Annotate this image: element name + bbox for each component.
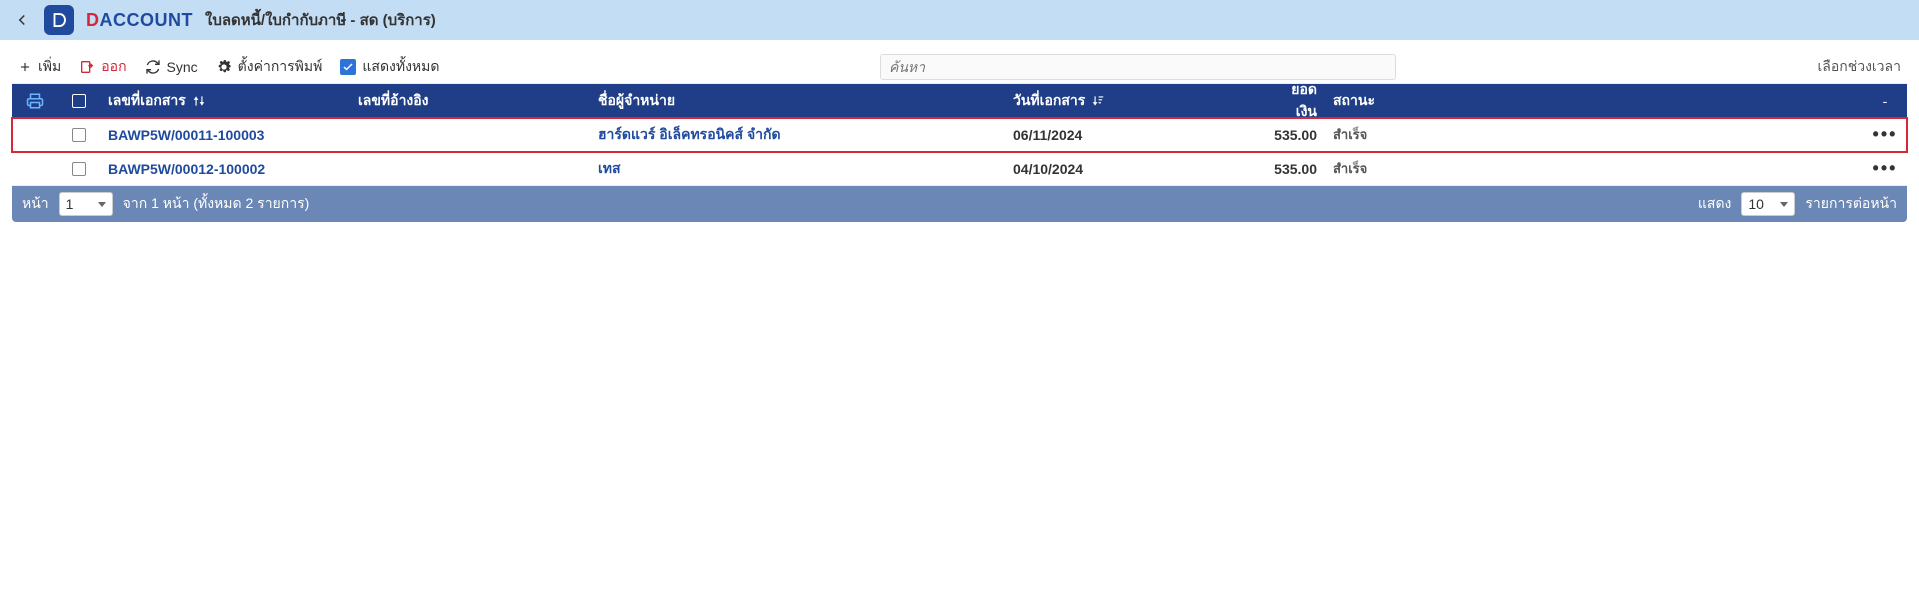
row-checkbox[interactable]	[72, 128, 86, 142]
caret-down-icon	[1780, 202, 1788, 207]
status-cell: สำเร็จ	[1325, 158, 1385, 179]
column-status[interactable]: สถานะ	[1325, 90, 1385, 112]
app-logo-text: DACCOUNT	[86, 10, 193, 31]
docno-link[interactable]: BAWP5W/00012-100002	[100, 161, 350, 177]
pagination-bar: หน้า 1 จาก 1 หน้า (ทั้งหมด 2 รายการ) แสด…	[12, 186, 1907, 222]
docno-link[interactable]: BAWP5W/00011-100003	[100, 127, 350, 143]
toolbar: เพิ่ม ออก Sync ตั้งค่าการพิมพ์ แสดงทั้งห…	[12, 50, 1907, 84]
row-checkbox[interactable]	[72, 162, 86, 176]
back-button[interactable]	[12, 10, 32, 30]
status-cell: สำเร็จ	[1325, 124, 1385, 145]
page-select[interactable]: 1	[59, 192, 113, 216]
column-ref[interactable]: เลขที่อ้างอิง	[350, 90, 590, 112]
print-settings-label: ตั้งค่าการพิมพ์	[238, 56, 323, 78]
add-button[interactable]: เพิ่ม	[18, 56, 61, 78]
page-value: 1	[66, 196, 74, 212]
page-title: ใบลดหนี้/ใบกำกับภาษี - สด (บริการ)	[205, 8, 436, 32]
sort-desc-icon	[1091, 94, 1105, 108]
vendor-link[interactable]: เทส	[590, 158, 1005, 180]
table-row[interactable]: BAWP5W/00011-100003 ฮาร์ดแวร์ อิเล็คทรอนิ…	[12, 118, 1907, 152]
printer-icon	[26, 92, 44, 110]
export-button[interactable]: ออก	[79, 56, 126, 78]
column-docno[interactable]: เลขที่เอกสาร	[100, 90, 350, 112]
sync-button[interactable]: Sync	[145, 59, 198, 75]
logo-icon	[50, 11, 68, 29]
table-header: เลขที่เอกสาร เลขที่อ้างอิง ชื่อผู้จำหน่า…	[12, 84, 1907, 118]
date-cell: 04/10/2024	[1005, 161, 1275, 177]
app-header: DACCOUNT ใบลดหนี้/ใบกำกับภาษี - สด (บริก…	[0, 0, 1919, 40]
arrow-left-icon	[13, 11, 31, 29]
date-cell: 06/11/2024	[1005, 127, 1275, 143]
checkbox-checked-icon	[340, 59, 356, 75]
amount-cell: 535.00	[1275, 161, 1325, 177]
search-wrap	[880, 54, 1396, 80]
column-amount[interactable]: ยอดเงิน	[1275, 79, 1325, 123]
plus-icon	[18, 60, 32, 74]
print-settings-button[interactable]: ตั้งค่าการพิมพ์	[216, 56, 323, 78]
show-label: แสดง	[1698, 193, 1732, 215]
date-range-button[interactable]: เลือกช่วงเวลา	[1817, 56, 1901, 78]
select-all-checkbox[interactable]	[58, 94, 100, 108]
column-vendor[interactable]: ชื่อผู้จำหน่าย	[590, 90, 1005, 112]
per-page-suffix: รายการต่อหน้า	[1805, 193, 1897, 215]
per-page-value: 10	[1748, 196, 1764, 212]
vendor-link[interactable]: ฮาร์ดแวร์ อิเล็คทรอนิคส์ จำกัด	[590, 124, 1005, 146]
add-label: เพิ่ม	[38, 56, 61, 78]
search-input[interactable]	[880, 54, 1396, 80]
caret-down-icon	[98, 202, 106, 207]
gear-icon	[216, 59, 232, 75]
page-label: หน้า	[22, 193, 49, 215]
row-actions-button[interactable]: •••	[1873, 124, 1898, 145]
row-actions-button[interactable]: •••	[1873, 158, 1898, 179]
column-actions: -	[1863, 93, 1907, 109]
sort-icon	[192, 94, 206, 108]
show-all-toggle[interactable]: แสดงทั้งหมด	[340, 56, 439, 78]
export-icon	[79, 59, 95, 75]
show-all-label: แสดงทั้งหมด	[362, 56, 439, 78]
app-logo-badge	[44, 5, 74, 35]
document-table: เลขที่เอกสาร เลขที่อ้างอิง ชื่อผู้จำหน่า…	[12, 84, 1907, 186]
table-row[interactable]: BAWP5W/00012-100002 เทส04/10/2024535.00สำ…	[12, 152, 1907, 186]
page-summary: จาก 1 หน้า (ทั้งหมด 2 รายการ)	[123, 193, 310, 215]
column-date[interactable]: วันที่เอกสาร	[1005, 90, 1275, 112]
sync-icon	[145, 59, 161, 75]
export-label: ออก	[101, 56, 126, 78]
print-column-header[interactable]	[12, 92, 58, 110]
sync-label: Sync	[167, 59, 198, 75]
per-page-select[interactable]: 10	[1741, 192, 1795, 216]
amount-cell: 535.00	[1275, 127, 1325, 143]
